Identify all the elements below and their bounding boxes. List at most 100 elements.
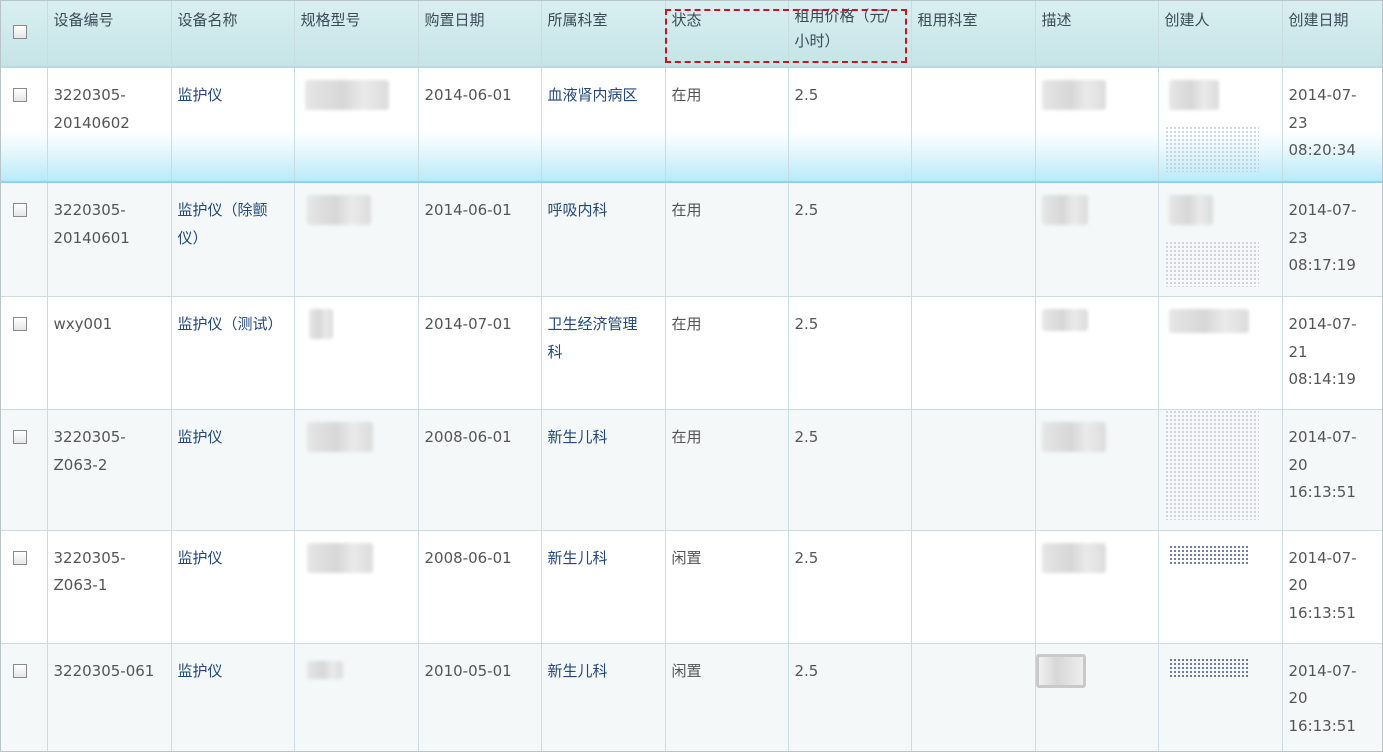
department-line[interactable]: 科 [548,339,659,367]
department[interactable]: 新生儿科 [541,643,666,751]
equipment-name[interactable]: 监护仪 [171,530,295,644]
equipment-name-line[interactable]: 监护仪（除颤 [178,197,288,225]
equipment-name[interactable]: 监护仪（除颤 仪） [171,182,295,297]
equipment-id-part: wxy001 [53,315,113,333]
table-row[interactable]: 3220305- 20140602 监护仪 2014-06-01 血液肾内病区 在… [1,67,1382,183]
equipment-name-line[interactable]: 监护仪 [178,658,288,686]
row-checkbox[interactable] [13,88,27,102]
rental-dept [911,530,1036,644]
equipment-name[interactable]: 监护仪（测试） [171,296,295,410]
row-checkbox[interactable] [13,430,27,444]
col-header-department[interactable]: 所属科室 [541,1,666,68]
col-header-created-date[interactable]: 创建日期 [1282,1,1382,68]
col-header-purchase-date[interactable]: 购置日期 [418,1,542,68]
row-checkbox[interactable] [13,203,27,217]
rental-price: 2.5 [788,182,912,297]
redacted-model [306,195,371,225]
department[interactable]: 新生儿科 [541,530,666,644]
created-time: 08:14:19 [1288,370,1356,388]
department-line[interactable]: 新生儿科 [548,545,659,573]
equipment-name-line[interactable]: 仪） [178,225,288,253]
equipment-name[interactable]: 监护仪 [171,67,295,183]
col-header-status[interactable]: 状态 [665,1,789,68]
select-all-checkbox[interactable] [13,25,27,39]
equipment-id-part: 3220305- [53,201,126,219]
department[interactable]: 呼吸内科 [541,182,666,297]
created-date: 2014-07- 20 16:13:51 [1282,409,1382,531]
created-date-part: 2014-07- [1288,315,1357,333]
equipment-name-line[interactable]: 监护仪 [178,424,288,452]
table-row[interactable]: 3220305- 20140601 监护仪（除颤 仪） 2014-06-01 呼吸内… [1,182,1382,297]
status: 在用 [665,409,789,531]
department[interactable]: 新生儿科 [541,409,666,531]
col-header-id[interactable]: 设备编号 [47,1,172,68]
equipment-table-panel: 设备编号 设备名称 规格型号 购置日期 所属科室 状态 租用价格（元/小时） 租… [0,0,1383,752]
equipment-table: 设备编号 设备名称 规格型号 购置日期 所属科室 状态 租用价格（元/小时） 租… [1,1,1382,751]
equipment-id-part: 3220305- [53,428,126,446]
department-line[interactable]: 呼吸内科 [548,197,659,225]
created-time: 16:13:51 [1288,603,1356,622]
equipment-id: wxy001 [47,296,172,410]
equipment-name-line[interactable]: 监护仪 [178,545,288,573]
table-row[interactable]: 3220305-061 监护仪 2010-05-01 新生儿科 闲置 2.5 2… [1,643,1382,751]
department[interactable]: 卫生经济管理科 [541,296,666,410]
row-checkbox[interactable] [13,550,27,565]
equipment-name[interactable]: 监护仪 [171,643,295,751]
department-line[interactable]: 卫生经济管理 [548,311,659,339]
created-time: 08:20:34 [1288,141,1356,159]
row-select-cell [1,67,48,183]
rental-price: 2.5 [788,643,912,751]
redacted-description [1041,422,1106,452]
equipment-id-part: 3220305-061 [53,661,155,680]
model-cell [294,182,419,297]
redacted-model [306,660,343,679]
description-cell [1035,409,1159,531]
status: 闲置 [665,530,789,644]
status: 闲置 [665,643,789,751]
equipment-name[interactable]: 监护仪 [171,409,295,531]
department-line[interactable]: 血液肾内病区 [548,82,659,110]
redacted-model [306,542,373,573]
rental-price: 2.5 [788,409,912,531]
department-line[interactable]: 新生儿科 [548,658,659,686]
status: 在用 [665,67,789,183]
purchase-date: 2014-06-01 [418,182,542,297]
table-row[interactable]: wxy001 监护仪（测试） 2014-07-01 卫生经济管理科 在用 2.5… [1,296,1382,410]
redacted-model [304,80,389,110]
equipment-id: 3220305- Z063-2 [47,409,172,531]
created-date-part: 2014-07- [1288,201,1357,219]
created-date-part: 23 [1288,113,1308,132]
redacted-creator [1168,195,1213,225]
col-header-creator[interactable]: 创建人 [1158,1,1283,68]
equipment-id-part: Z063-2 [53,455,108,474]
row-select-cell [1,296,48,410]
col-header-model[interactable]: 规格型号 [294,1,419,68]
table-row[interactable]: 3220305- Z063-1 监护仪 2008-06-01 新生儿科 闲置 2.… [1,530,1382,644]
col-header-rental-dept[interactable]: 租用科室 [911,1,1036,68]
col-header-rental-price[interactable]: 租用价格（元/小时） [788,1,912,68]
creator-cell [1158,643,1283,751]
department[interactable]: 血液肾内病区 [541,67,666,183]
row-checkbox[interactable] [13,317,27,331]
col-header-name[interactable]: 设备名称 [171,1,295,68]
select-all-cell [1,1,48,68]
table-header-row: 设备编号 设备名称 规格型号 购置日期 所属科室 状态 租用价格（元/小时） 租… [1,1,1382,68]
equipment-name-line[interactable]: 监护仪 [178,82,288,110]
created-date-part: 2014-07- [1288,86,1357,104]
created-date-part: 20 [1288,576,1308,594]
row-checkbox[interactable] [13,663,27,678]
equipment-name-line[interactable]: 监护仪（测试） [178,311,288,339]
created-date: 2014-07- 21 08:14:19 [1282,296,1382,410]
creator-cell [1158,67,1283,183]
redacted-creator-pattern [1168,544,1249,565]
created-time: 16:13:51 [1288,483,1356,501]
description-cell [1035,643,1159,751]
equipment-id: 3220305- 20140601 [47,182,172,297]
row-select-cell [1,182,48,297]
row-select-cell [1,409,48,531]
redacted-creator-pattern [1168,657,1249,678]
col-header-description[interactable]: 描述 [1035,1,1159,68]
table-row[interactable]: 3220305- Z063-2 监护仪 2008-06-01 新生儿科 在用 2.… [1,409,1382,531]
rental-price: 2.5 [788,67,912,183]
department-line[interactable]: 新生儿科 [548,424,659,452]
